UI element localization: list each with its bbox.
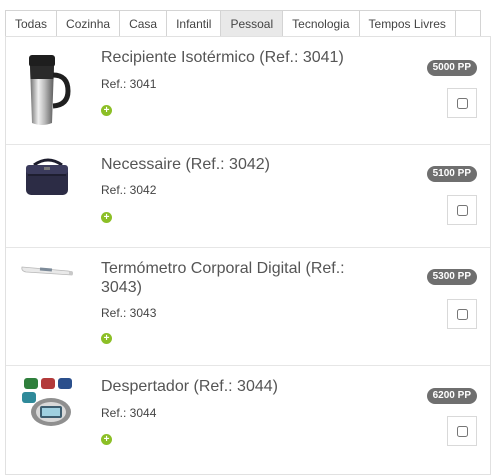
price-badge: 5300 PP [426, 269, 477, 285]
tab-cozinha[interactable]: Cozinha [56, 10, 120, 37]
digital-thermometer-icon [20, 260, 80, 280]
add-icon[interactable]: + [101, 333, 112, 344]
price-badge: 5000 PP [426, 60, 477, 76]
tab-tempos-livres[interactable]: Tempos Livres [358, 10, 455, 37]
tab-tecnologia[interactable]: Tecnologia [282, 10, 359, 37]
product-row: Termómetro Corporal Digital (Ref.: 3043)… [6, 248, 490, 366]
product-title[interactable]: Recipiente Isotérmico (Ref.: 3041) [101, 48, 371, 67]
product-title[interactable]: Termómetro Corporal Digital (Ref.: 3043) [101, 259, 371, 297]
product-list: Recipiente Isotérmico (Ref.: 3041) Ref.:… [5, 36, 491, 475]
select-checkbox-wrapper [447, 88, 477, 118]
add-icon[interactable]: + [101, 212, 112, 223]
price-badge: 6200 PP [426, 388, 477, 404]
product-ref: Ref.: 3042 [101, 183, 157, 197]
toiletry-bag-icon [20, 153, 76, 233]
select-checkbox-wrapper [447, 416, 477, 446]
product-row: Necessaire (Ref.: 3042) Ref.: 3042 + 510… [6, 145, 490, 248]
tab-infantil[interactable]: Infantil [166, 10, 221, 37]
tab-casa[interactable]: Casa [119, 10, 167, 37]
add-icon[interactable]: + [101, 105, 112, 116]
tab-spacer [454, 10, 481, 37]
tab-pessoal[interactable]: Pessoal [220, 10, 283, 37]
select-checkbox[interactable] [456, 97, 468, 109]
tab-todas[interactable]: Todas [5, 10, 57, 37]
add-icon[interactable]: + [101, 434, 112, 445]
product-title[interactable]: Necessaire (Ref.: 3042) [101, 155, 371, 174]
product-ref: Ref.: 3041 [101, 77, 157, 91]
select-checkbox[interactable] [456, 308, 468, 320]
select-checkbox-wrapper [447, 299, 477, 329]
select-checkbox[interactable] [456, 204, 468, 216]
product-ref: Ref.: 3044 [101, 406, 157, 420]
product-row: Recipiente Isotérmico (Ref.: 3041) Ref.:… [6, 37, 490, 145]
category-tabs: Todas Cozinha Casa Infantil Pessoal Tecn… [5, 10, 481, 37]
product-title[interactable]: Despertador (Ref.: 3044) [101, 377, 371, 396]
thermal-mug-icon [20, 49, 76, 129]
alarm-clock-icon [20, 374, 80, 434]
product-row: Despertador (Ref.: 3044) Ref.: 3044 + 62… [6, 366, 490, 474]
select-checkbox[interactable] [456, 425, 468, 437]
select-checkbox-wrapper [447, 195, 477, 225]
price-badge: 5100 PP [426, 166, 477, 182]
product-ref: Ref.: 3043 [101, 306, 157, 320]
